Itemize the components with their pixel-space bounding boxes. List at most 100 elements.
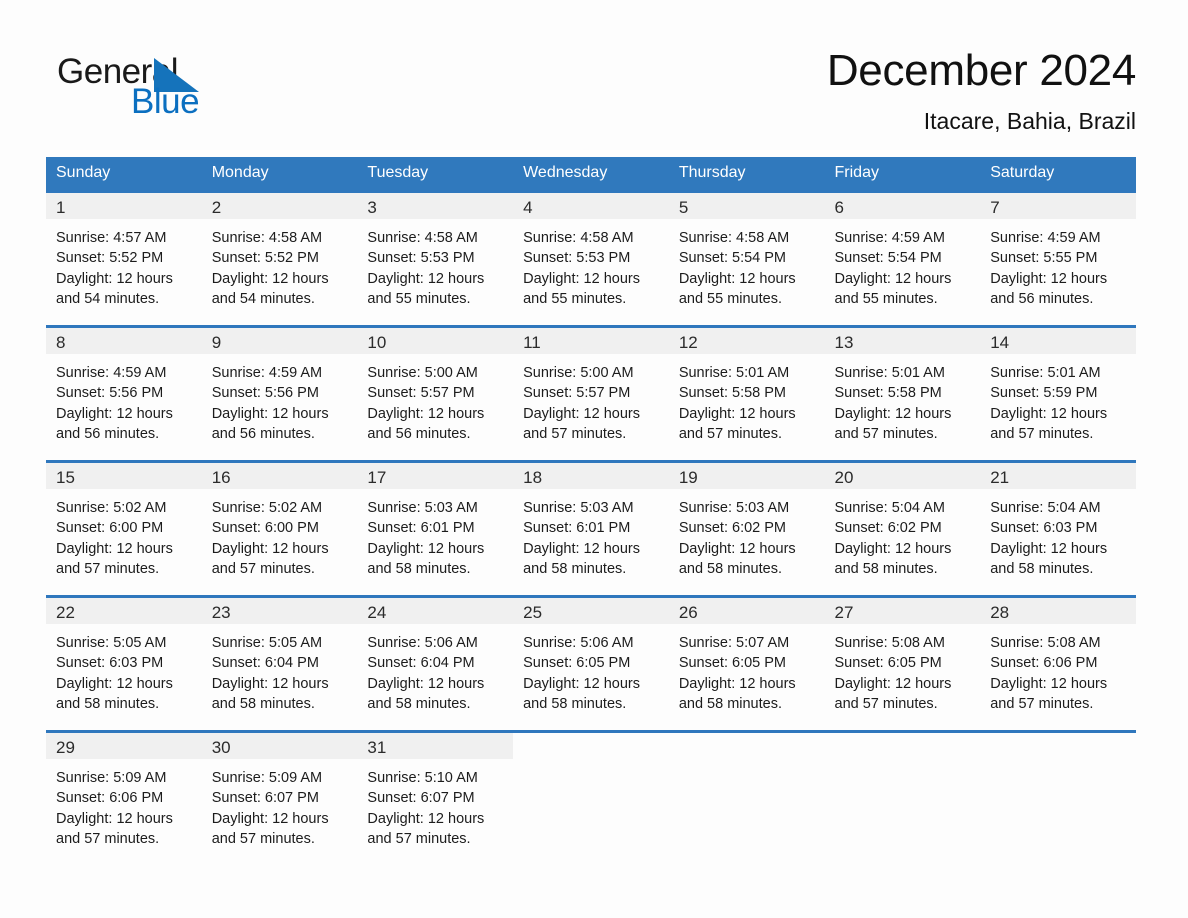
- sunrise-text: Sunrise: 5:08 AM: [990, 635, 1101, 651]
- calendar-day-cell[interactable]: 16 Sunrise: 5:02 AM Sunset: 6:00 PM Dayl…: [201, 460, 358, 597]
- calendar-day-cell[interactable]: 5 Sunrise: 4:58 AM Sunset: 5:54 PM Dayli…: [668, 190, 825, 327]
- daylight-text: Daylight: 12 hours and 55 minutes.: [834, 270, 952, 308]
- generalblue-logo[interactable]: General Blue: [57, 52, 247, 124]
- day-number: 3: [357, 193, 514, 219]
- calendar-day-cell[interactable]: 8 Sunrise: 4:59 AM Sunset: 5:56 PM Dayli…: [46, 325, 202, 462]
- weekday-header-thursday: Thursday: [668, 157, 825, 192]
- calendar-day-cell[interactable]: 24 Sunrise: 5:06 AM Sunset: 6:04 PM Dayl…: [357, 595, 514, 732]
- day-details: Sunrise: 5:03 AM Sunset: 6:01 PM Dayligh…: [357, 489, 513, 580]
- calendar-day-cell[interactable]: 21 Sunrise: 5:04 AM Sunset: 6:03 PM Dayl…: [980, 460, 1136, 597]
- calendar-day-cell[interactable]: 27 Sunrise: 5:08 AM Sunset: 6:05 PM Dayl…: [824, 595, 981, 732]
- calendar-day-cell[interactable]: 2 Sunrise: 4:58 AM Sunset: 5:52 PM Dayli…: [201, 190, 358, 327]
- sunset-text: Sunset: 6:01 PM: [523, 520, 631, 537]
- day-number: 26: [668, 598, 825, 624]
- day-details: Sunrise: 5:01 AM Sunset: 5:59 PM Dayligh…: [980, 354, 1136, 445]
- calendar-day-cell-empty: [513, 730, 669, 867]
- sunrise-text: Sunrise: 5:03 AM: [367, 500, 478, 516]
- sunset-text: Sunset: 6:00 PM: [56, 520, 164, 537]
- sunset-text: Sunset: 6:04 PM: [367, 655, 475, 672]
- calendar-grid: Sunday Monday Tuesday Wednesday Thursday…: [46, 157, 1136, 867]
- calendar-day-cell[interactable]: 14 Sunrise: 5:01 AM Sunset: 5:59 PM Dayl…: [980, 325, 1136, 462]
- sunrise-text: Sunrise: 5:01 AM: [990, 365, 1101, 381]
- day-details: Sunrise: 5:05 AM Sunset: 6:04 PM Dayligh…: [202, 624, 358, 715]
- weekday-header-saturday: Saturday: [980, 157, 1136, 192]
- day-number: [669, 733, 825, 759]
- calendar-day-cell[interactable]: 25 Sunrise: 5:06 AM Sunset: 6:05 PM Dayl…: [513, 595, 669, 732]
- sunset-text: Sunset: 5:53 PM: [367, 250, 475, 267]
- day-details: Sunrise: 4:58 AM Sunset: 5:53 PM Dayligh…: [513, 219, 669, 310]
- calendar-day-cell[interactable]: 17 Sunrise: 5:03 AM Sunset: 6:01 PM Dayl…: [357, 460, 514, 597]
- calendar-day-cell[interactable]: 3 Sunrise: 4:58 AM Sunset: 5:53 PM Dayli…: [357, 190, 514, 327]
- calendar-day-cell[interactable]: 19 Sunrise: 5:03 AM Sunset: 6:02 PM Dayl…: [668, 460, 825, 597]
- calendar-day-cell[interactable]: 13 Sunrise: 5:01 AM Sunset: 5:58 PM Dayl…: [824, 325, 981, 462]
- day-details: Sunrise: 5:08 AM Sunset: 6:06 PM Dayligh…: [980, 624, 1136, 715]
- day-details: Sunrise: 5:02 AM Sunset: 6:00 PM Dayligh…: [202, 489, 358, 580]
- day-details: Sunrise: 4:58 AM Sunset: 5:53 PM Dayligh…: [357, 219, 513, 310]
- calendar-day-cell[interactable]: 31 Sunrise: 5:10 AM Sunset: 6:07 PM Dayl…: [357, 730, 514, 867]
- sunrise-text: Sunrise: 4:58 AM: [678, 230, 790, 246]
- calendar-day-cell[interactable]: 9 Sunrise: 4:59 AM Sunset: 5:56 PM Dayli…: [201, 325, 358, 462]
- sunset-text: Sunset: 5:57 PM: [367, 385, 475, 402]
- day-details: Sunrise: 5:00 AM Sunset: 5:57 PM Dayligh…: [513, 354, 669, 445]
- daylight-text: Daylight: 12 hours and 57 minutes.: [211, 540, 329, 578]
- calendar-day-cell[interactable]: 22 Sunrise: 5:05 AM Sunset: 6:03 PM Dayl…: [46, 595, 202, 732]
- page-title: December 2024: [826, 46, 1136, 95]
- sunrise-text: Sunrise: 5:09 AM: [211, 770, 323, 786]
- day-number: 12: [668, 328, 825, 354]
- day-details: Sunrise: 5:03 AM Sunset: 6:01 PM Dayligh…: [513, 489, 669, 580]
- day-number: 28: [980, 598, 1136, 624]
- sunrise-text: Sunrise: 5:05 AM: [56, 635, 167, 651]
- daylight-text: Daylight: 12 hours and 58 minutes.: [523, 540, 640, 578]
- sunset-text: Sunset: 6:02 PM: [834, 520, 942, 537]
- calendar-day-cell[interactable]: 23 Sunrise: 5:05 AM Sunset: 6:04 PM Dayl…: [201, 595, 358, 732]
- sunrise-text: Sunrise: 5:09 AM: [56, 770, 167, 786]
- day-number: [980, 733, 1136, 759]
- weekday-header-wednesday: Wednesday: [513, 157, 669, 192]
- calendar-day-cell[interactable]: 26 Sunrise: 5:07 AM Sunset: 6:05 PM Dayl…: [668, 595, 825, 732]
- calendar-day-cell[interactable]: 15 Sunrise: 5:02 AM Sunset: 6:00 PM Dayl…: [46, 460, 202, 597]
- daylight-text: Daylight: 12 hours and 55 minutes.: [523, 270, 640, 308]
- calendar-day-cell[interactable]: 20 Sunrise: 5:04 AM Sunset: 6:02 PM Dayl…: [824, 460, 981, 597]
- daylight-text: Daylight: 12 hours and 56 minutes.: [990, 270, 1108, 308]
- calendar-day-cell[interactable]: 30 Sunrise: 5:09 AM Sunset: 6:07 PM Dayl…: [201, 730, 358, 867]
- sunset-text: Sunset: 5:56 PM: [211, 385, 319, 402]
- daylight-text: Daylight: 12 hours and 57 minutes.: [56, 540, 173, 578]
- daylight-text: Daylight: 12 hours and 57 minutes.: [834, 675, 952, 713]
- sunrise-text: Sunrise: 5:00 AM: [367, 365, 478, 381]
- sunset-text: Sunset: 6:06 PM: [990, 655, 1098, 672]
- day-details: Sunrise: 5:02 AM Sunset: 6:00 PM Dayligh…: [46, 489, 202, 580]
- day-number: 22: [46, 598, 202, 624]
- day-details: [669, 759, 825, 768]
- calendar-day-cell[interactable]: 28 Sunrise: 5:08 AM Sunset: 6:06 PM Dayl…: [980, 595, 1136, 732]
- sunrise-text: Sunrise: 5:03 AM: [678, 500, 790, 516]
- sunset-text: Sunset: 6:05 PM: [523, 655, 631, 672]
- day-number: 19: [668, 463, 825, 489]
- calendar-day-cell[interactable]: 29 Sunrise: 5:09 AM Sunset: 6:06 PM Dayl…: [46, 730, 202, 867]
- daylight-text: Daylight: 12 hours and 56 minutes.: [56, 405, 173, 443]
- sunrise-text: Sunrise: 5:00 AM: [523, 365, 634, 381]
- calendar-day-cell[interactable]: 7 Sunrise: 4:59 AM Sunset: 5:55 PM Dayli…: [980, 190, 1136, 327]
- sunrise-text: Sunrise: 5:08 AM: [834, 635, 945, 651]
- sunrise-text: Sunrise: 5:02 AM: [56, 500, 167, 516]
- day-number: 8: [46, 328, 202, 354]
- calendar-week-row: 15 Sunrise: 5:02 AM Sunset: 6:00 PM Dayl…: [46, 460, 1136, 597]
- day-number: 5: [668, 193, 825, 219]
- calendar-day-cell[interactable]: 10 Sunrise: 5:00 AM Sunset: 5:57 PM Dayl…: [357, 325, 514, 462]
- day-details: Sunrise: 5:07 AM Sunset: 6:05 PM Dayligh…: [669, 624, 825, 715]
- calendar-day-cell[interactable]: 4 Sunrise: 4:58 AM Sunset: 5:53 PM Dayli…: [513, 190, 669, 327]
- calendar-day-cell[interactable]: 1 Sunrise: 4:57 AM Sunset: 5:52 PM Dayli…: [46, 190, 202, 327]
- calendar-day-cell[interactable]: 12 Sunrise: 5:01 AM Sunset: 5:58 PM Dayl…: [668, 325, 825, 462]
- day-details: Sunrise: 4:58 AM Sunset: 5:54 PM Dayligh…: [669, 219, 825, 310]
- daylight-text: Daylight: 12 hours and 58 minutes.: [523, 675, 640, 713]
- day-details: [513, 759, 669, 768]
- sunset-text: Sunset: 6:07 PM: [211, 790, 319, 807]
- calendar-day-cell[interactable]: 6 Sunrise: 4:59 AM Sunset: 5:54 PM Dayli…: [824, 190, 981, 327]
- calendar-day-cell[interactable]: 18 Sunrise: 5:03 AM Sunset: 6:01 PM Dayl…: [513, 460, 669, 597]
- calendar-day-cell[interactable]: 11 Sunrise: 5:00 AM Sunset: 5:57 PM Dayl…: [513, 325, 669, 462]
- daylight-text: Daylight: 12 hours and 58 minutes.: [834, 540, 952, 578]
- day-details: Sunrise: 5:08 AM Sunset: 6:05 PM Dayligh…: [825, 624, 981, 715]
- sunrise-text: Sunrise: 5:01 AM: [678, 365, 790, 381]
- sunrise-text: Sunrise: 5:10 AM: [367, 770, 478, 786]
- sunrise-text: Sunrise: 5:06 AM: [523, 635, 634, 651]
- sunset-text: Sunset: 5:59 PM: [990, 385, 1098, 402]
